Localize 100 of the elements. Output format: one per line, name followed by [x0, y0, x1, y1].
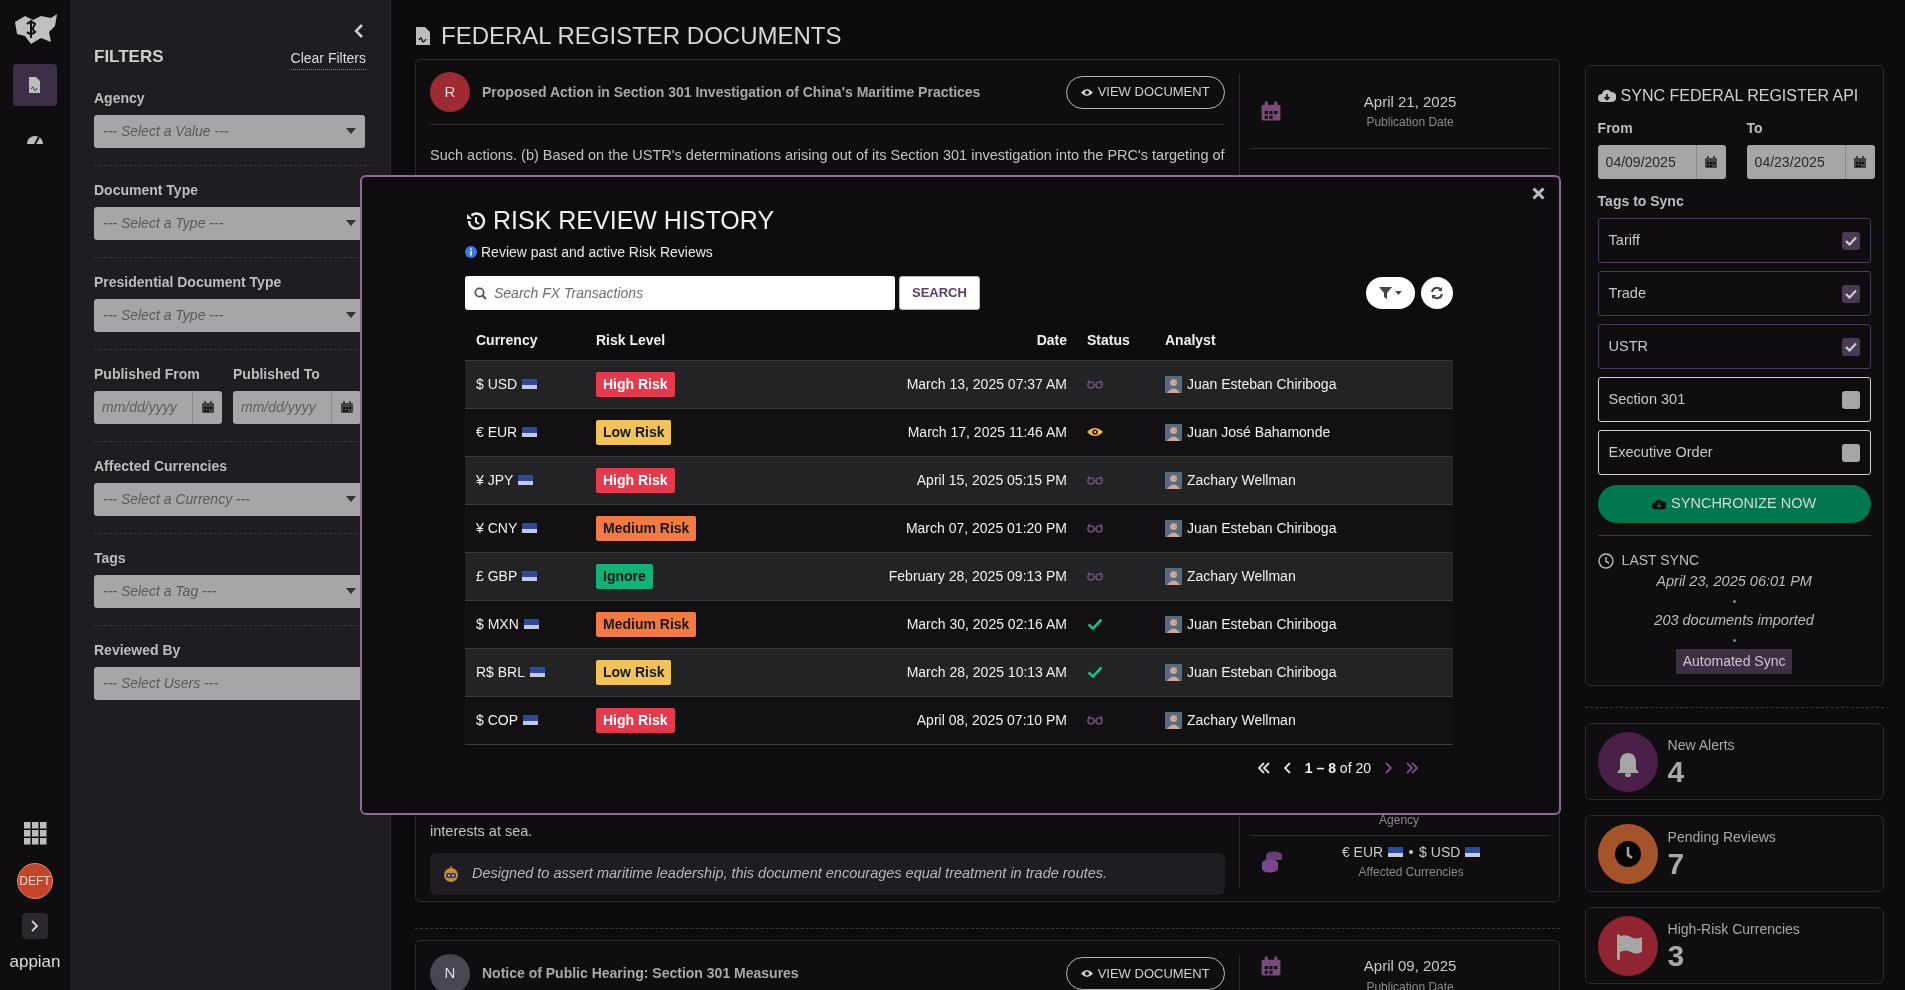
date-field[interactable]: 04/23/2025 [1746, 145, 1845, 179]
checkbox[interactable] [1841, 284, 1860, 303]
avatar-initial: N [430, 953, 470, 990]
currency-text: R$ BRL [476, 662, 526, 682]
calendar-icon [1259, 100, 1282, 123]
analyst-name: Juan Esteban Chiriboga [1187, 614, 1337, 634]
document-icon [415, 26, 431, 46]
modal-title: RISK REVIEW HISTORY [493, 205, 775, 236]
tag-label: Tariff [1608, 230, 1640, 250]
checkmark-icon [1844, 235, 1857, 246]
first-page-icon[interactable] [1256, 762, 1271, 774]
calendar-icon [339, 400, 354, 414]
checkbox[interactable] [1841, 337, 1860, 356]
apps-grid-icon[interactable] [23, 821, 47, 845]
separator-dot-icon [1732, 599, 1736, 603]
tag-label: USTR [1608, 336, 1649, 356]
column-header: Risk Level [595, 331, 667, 350]
date-field[interactable]: mm/dd/yyyy [233, 390, 331, 424]
close-icon[interactable] [1532, 187, 1545, 200]
risk-level-badge: Medium Risk [596, 611, 697, 637]
refresh-button[interactable] [1421, 276, 1453, 309]
checkbox[interactable] [1841, 231, 1860, 250]
stat-label: High-Risk Currencies [1667, 920, 1800, 939]
avatar-badge[interactable]: DEFT [17, 862, 53, 899]
avatar-icon [1165, 471, 1182, 489]
flag-icon [1465, 847, 1481, 858]
clear-filters-link[interactable]: Clear Filters [290, 47, 366, 70]
table-row[interactable]: ¥ JPY High Risk April 15, 2025 05:15 PM Zachary Wellman [465, 456, 1453, 505]
info-icon [465, 246, 477, 258]
currency-text: € EUR [476, 422, 518, 442]
search-field[interactable]: Search FX Transactions [465, 275, 895, 310]
calendar-button[interactable] [1695, 145, 1726, 179]
field-label: Presidential Document Type [94, 272, 283, 292]
synchronize-button[interactable]: SYNCHRONIZE NOW [1597, 485, 1871, 523]
date-cell-text: March 28, 2025 10:13 AM [905, 662, 1068, 682]
field-label: Published To [233, 364, 321, 384]
filters-title: FILTERS [94, 46, 164, 68]
risk-level-badge: Ignore [596, 563, 653, 589]
field-label: To [1746, 119, 1764, 138]
date-cell-text: March 30, 2025 02:16 AM [905, 614, 1068, 634]
calendar-button[interactable] [192, 390, 222, 424]
modal-subtitle: Review past and active Risk Reviews [481, 242, 713, 262]
tag-option[interactable]: Trade [1597, 271, 1871, 316]
last-page-icon[interactable] [1405, 762, 1419, 774]
eye-icon [1080, 87, 1093, 97]
tag-option[interactable]: Tariff [1597, 218, 1871, 263]
avatar-icon [1165, 567, 1182, 585]
stat-value: 3 [1667, 940, 1686, 972]
table-row[interactable]: ¥ CNY Medium Risk March 07, 2025 01:20 PM Juan Esteban Chiriboga [465, 504, 1453, 553]
robot-icon [442, 864, 460, 883]
avatar-icon [1165, 423, 1182, 441]
clock-icon [1597, 552, 1614, 569]
risk-level-badge: High Risk [596, 467, 675, 493]
page-title: FEDERAL REGISTER DOCUMENTS [441, 24, 842, 48]
table-row[interactable]: $ USD High Risk March 13, 2025 07:37 AM Juan Esteban Chiriboga [465, 360, 1453, 409]
avatar-icon [1165, 663, 1182, 681]
search-button[interactable]: SEARCH [899, 275, 980, 310]
checkbox[interactable] [1841, 390, 1860, 409]
publication-date: April 21, 2025 [1363, 91, 1457, 112]
filter-button[interactable] [1366, 276, 1415, 309]
nav-button[interactable] [13, 64, 57, 106]
calendar-icon [200, 400, 215, 414]
expand-button[interactable] [22, 912, 48, 939]
last-sync-time: April 23, 2025 06:01 PM [1656, 572, 1812, 591]
stat-value: 7 [1667, 848, 1686, 880]
checkbox[interactable] [1841, 443, 1860, 462]
date-field[interactable]: mm/dd/yyyy [94, 390, 192, 424]
tag-option[interactable]: Section 301 [1597, 377, 1871, 422]
calendar-button[interactable] [331, 390, 361, 424]
field-label: Agency [94, 88, 146, 108]
document-title: Proposed Action in Section 301 Investigation of China's Maritime Practices [482, 82, 982, 102]
calendar-icon [1259, 955, 1282, 977]
avatar-icon [1165, 615, 1182, 633]
currency-text: $ USD [476, 374, 518, 394]
field-label: Published From [94, 364, 201, 384]
flag-icon [530, 667, 546, 677]
document-title: Notice of Public Hearing: Section 301 Measures [482, 964, 800, 983]
date-field[interactable]: 04/09/2025 [1597, 145, 1696, 179]
caret-icon [346, 588, 356, 594]
avatar-icon [1165, 375, 1182, 393]
table-row[interactable]: $ COP High Risk April 08, 2025 07:10 PM Zachary Wellman [465, 696, 1453, 745]
table-row[interactable]: R$ BRL Low Risk March 28, 2025 10:13 AM Juan Esteban Chiriboga [465, 648, 1453, 697]
summary-text: Designed to assert maritime leadership, this document encourages equal treatment in trade routes. [472, 863, 1108, 883]
table-row[interactable]: € EUR Low Risk March 17, 2025 11:46 AM Juan José Bahamonde [465, 408, 1453, 457]
table-row[interactable]: £ GBP Ignore February 28, 2025 09:13 PM Zachary Wellman [465, 552, 1453, 601]
date-cell-text: March 07, 2025 01:20 PM [904, 518, 1068, 538]
tag-option[interactable]: USTR [1597, 324, 1871, 369]
last-sync-label: LAST SYNC [1621, 551, 1700, 570]
tag-label: Executive Order [1608, 442, 1713, 462]
analyst-name: Zachary Wellman [1187, 710, 1296, 730]
analyst-name: Juan José Bahamonde [1187, 422, 1331, 442]
collapse-icon[interactable] [354, 24, 364, 38]
risk-level-badge: Low Risk [596, 659, 672, 685]
date-cell-text: February 28, 2025 09:13 PM [887, 566, 1068, 586]
avatar-icon [1165, 711, 1182, 729]
tag-option[interactable]: Executive Order [1597, 430, 1871, 475]
placeholder-text: --- Select a Type --- [103, 213, 224, 233]
caret-icon [346, 312, 356, 318]
table-row[interactable]: $ MXN Medium Risk March 30, 2025 02:16 AM Juan Esteban Chiriboga [465, 600, 1453, 649]
calendar-button[interactable] [1844, 145, 1875, 179]
